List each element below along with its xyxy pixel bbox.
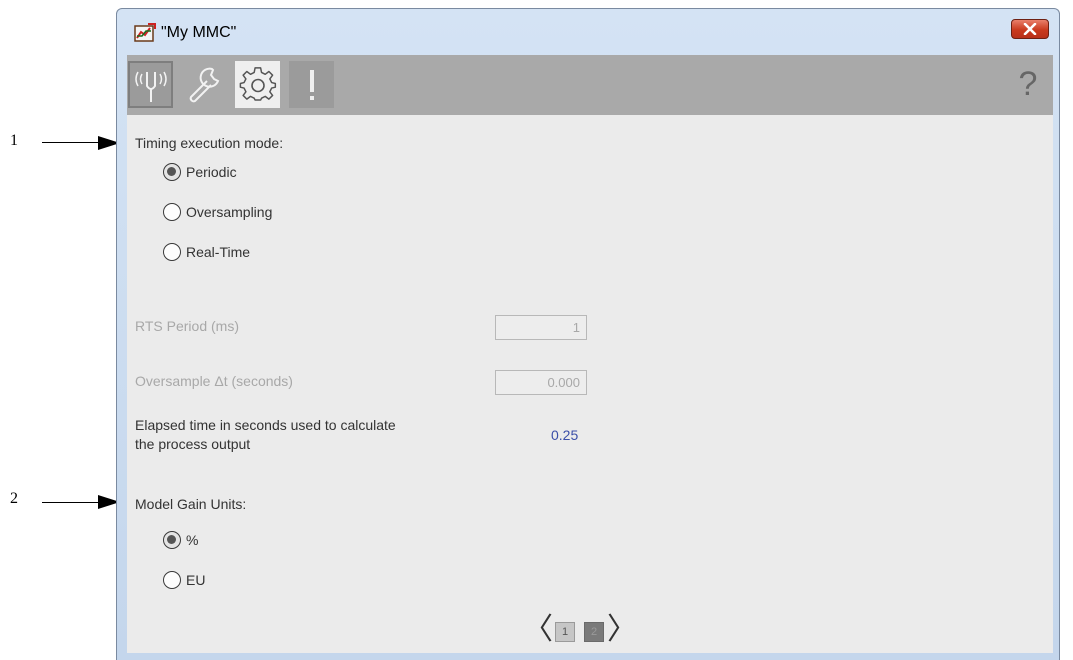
radio-real-time[interactable] [163, 243, 181, 261]
exclamation-icon [309, 69, 314, 100]
previous-page-button[interactable]: 〈 [523, 615, 553, 645]
title-bar[interactable]: "My MMC" [117, 9, 1059, 49]
radio-percent-label: % [186, 532, 199, 548]
window-title: "My MMC" [161, 24, 237, 41]
oversample-dt-field[interactable]: 0.000 [495, 370, 587, 395]
elapsed-time-label-line1: Elapsed time in seconds used to calculat… [135, 417, 396, 433]
elapsed-time-label-line2: the process output [135, 436, 251, 452]
wrench-icon [189, 67, 219, 102]
radio-eu-label: EU [186, 572, 206, 588]
radio-oversampling[interactable] [163, 203, 181, 221]
elapsed-time-value: 0.25 [551, 427, 579, 443]
tuning-fork-icon [134, 71, 167, 102]
configuration-panel: Timing execution mode: Periodic Oversamp… [127, 115, 1053, 653]
gain-units-heading: Model Gain Units: [135, 496, 247, 512]
tab-alarms[interactable] [289, 61, 334, 108]
next-page-button[interactable]: 〉 [607, 615, 637, 645]
radio-real-time-label: Real-Time [186, 244, 251, 260]
page-1-button[interactable]: 1 [555, 622, 575, 642]
callout-1-line [42, 142, 102, 143]
callout-2: 2 [10, 490, 18, 507]
tab-maintenance[interactable] [182, 61, 227, 108]
help-question-icon: ? [1018, 65, 1038, 103]
faceplate-window: "My MMC" ? Timing execution mode: Period… [116, 8, 1060, 660]
radio-eu[interactable] [163, 571, 181, 589]
gear-icon [239, 66, 276, 101]
oversample-dt-label: Oversample Δt (seconds) [135, 373, 293, 389]
close-button[interactable] [1011, 19, 1049, 39]
callout-1: 1 [10, 132, 18, 149]
page-2-button[interactable]: 2 [584, 622, 604, 642]
tab-diagnostics[interactable] [128, 61, 173, 108]
radio-periodic-label: Periodic [186, 164, 237, 180]
tab-configuration[interactable] [235, 61, 280, 108]
help-button[interactable]: ? [1011, 61, 1045, 108]
rts-period-label: RTS Period (ms) [135, 318, 239, 334]
radio-oversampling-label: Oversampling [186, 204, 273, 220]
timing-mode-heading: Timing execution mode: [135, 135, 284, 151]
rts-period-field[interactable]: 1 [495, 315, 587, 340]
radio-periodic[interactable] [163, 163, 181, 181]
faceplate-app-icon [134, 23, 156, 43]
callout-2-line [42, 502, 102, 503]
radio-percent[interactable] [163, 531, 181, 549]
faceplate-toolbar: ? [127, 55, 1053, 115]
close-x-icon [1023, 23, 1037, 35]
